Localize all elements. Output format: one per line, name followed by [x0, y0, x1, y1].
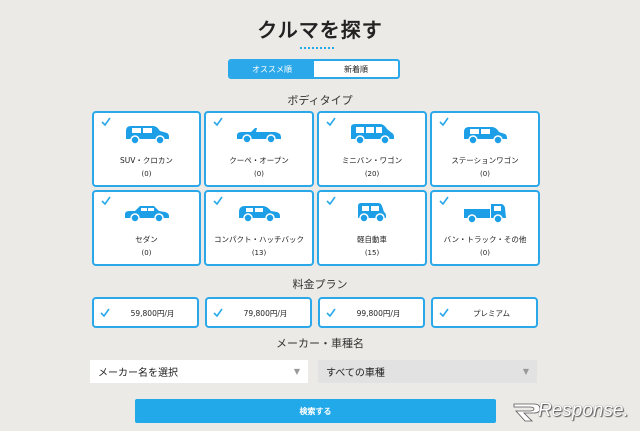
body-type-card-minivan[interactable]: ミニバン・ワゴン (20) — [317, 111, 427, 187]
price-option-79800[interactable]: 79,800円/月 — [205, 297, 312, 328]
title-divider — [300, 47, 334, 49]
price-option-label: 59,800円/月 — [130, 309, 175, 318]
body-type-count: (20) — [364, 170, 380, 178]
chevron-down-icon: ▼ — [522, 367, 529, 376]
check-icon — [101, 117, 111, 127]
body-type-count: (0) — [480, 170, 490, 178]
hatchback-icon — [239, 206, 280, 223]
price-option-59800[interactable]: 59,800円/月 — [92, 297, 199, 328]
body-type-name: ステーションワゴン — [451, 156, 519, 165]
body-type-card-station-wagon[interactable]: ステーションワゴン (0) — [430, 111, 540, 187]
body-type-count: (0) — [480, 249, 490, 257]
suv-icon — [125, 126, 169, 145]
body-type-name: SUV・クロカン — [120, 156, 173, 165]
chevron-down-icon: ▼ — [293, 367, 300, 376]
response-watermark: Response. — [510, 398, 634, 424]
body-type-count: (0) — [141, 170, 152, 178]
price-option-label: 79,800円/月 — [243, 309, 288, 318]
check-icon — [213, 196, 223, 206]
price-option-label: 99,800円/月 — [356, 309, 401, 318]
maker-heading: メーカー・車種名 — [276, 337, 364, 350]
body-type-count: (15) — [364, 249, 380, 257]
body-type-card-hatchback[interactable]: コンパクト・ハッチバック (13) — [204, 190, 314, 266]
body-type-name: コンパクト・ハッチバック — [214, 235, 304, 244]
page-title: クルマを探す — [257, 18, 383, 42]
body-type-card-suv[interactable]: SUV・クロカン (0) — [92, 111, 201, 187]
price-plan-heading: 料金プラン — [292, 278, 348, 291]
body-type-card-truck[interactable]: バン・トラック・その他 (0) — [430, 190, 540, 266]
search-button[interactable]: 検索する — [135, 399, 496, 423]
body-type-card-kei[interactable]: 軽自動車 (15) — [317, 190, 427, 266]
kei-car-icon — [358, 203, 386, 223]
body-type-name: バン・トラック・その他 — [443, 235, 527, 244]
model-select-value: すべての車種 — [326, 368, 385, 379]
price-option-premium[interactable]: プレミアム — [431, 297, 538, 328]
price-option-label: プレミアム — [473, 309, 510, 318]
sedan-icon — [124, 206, 169, 223]
sort-tab-newest[interactable]: 新着順 — [314, 61, 398, 77]
body-type-count: (0) — [254, 170, 264, 178]
body-type-card-coupe[interactable]: クーペ・オープン (0) — [204, 111, 314, 187]
check-icon — [326, 196, 336, 206]
sort-tab-recommended[interactable]: オススメ順 — [230, 61, 314, 77]
body-type-name: クーペ・オープン — [229, 156, 289, 165]
watermark-text: Response. — [538, 400, 629, 421]
check-icon — [439, 117, 449, 127]
body-type-name: 軽自動車 — [357, 235, 387, 244]
body-type-card-sedan[interactable]: セダン (0) — [92, 190, 201, 266]
check-icon — [101, 196, 111, 206]
body-type-count: (0) — [141, 249, 152, 257]
body-type-name: セダン — [135, 235, 158, 244]
price-option-99800[interactable]: 99,800円/月 — [318, 297, 425, 328]
sort-toggle: オススメ順 新着順 — [228, 59, 400, 79]
check-icon — [439, 196, 449, 206]
body-type-count: (13) — [251, 249, 267, 257]
convertible-icon — [237, 128, 281, 144]
check-icon — [326, 117, 336, 127]
check-icon — [213, 117, 223, 127]
maker-select-value: メーカー名を選択 — [98, 368, 178, 379]
body-type-heading: ボディタイプ — [287, 94, 353, 107]
truck-icon — [464, 204, 506, 224]
minivan-icon — [351, 124, 394, 145]
maker-select[interactable]: メーカー名を選択 ▼ — [90, 360, 308, 383]
model-select[interactable]: すべての車種 ▼ — [318, 360, 537, 383]
body-type-name: ミニバン・ワゴン — [341, 156, 403, 165]
station-wagon-icon — [464, 127, 507, 145]
